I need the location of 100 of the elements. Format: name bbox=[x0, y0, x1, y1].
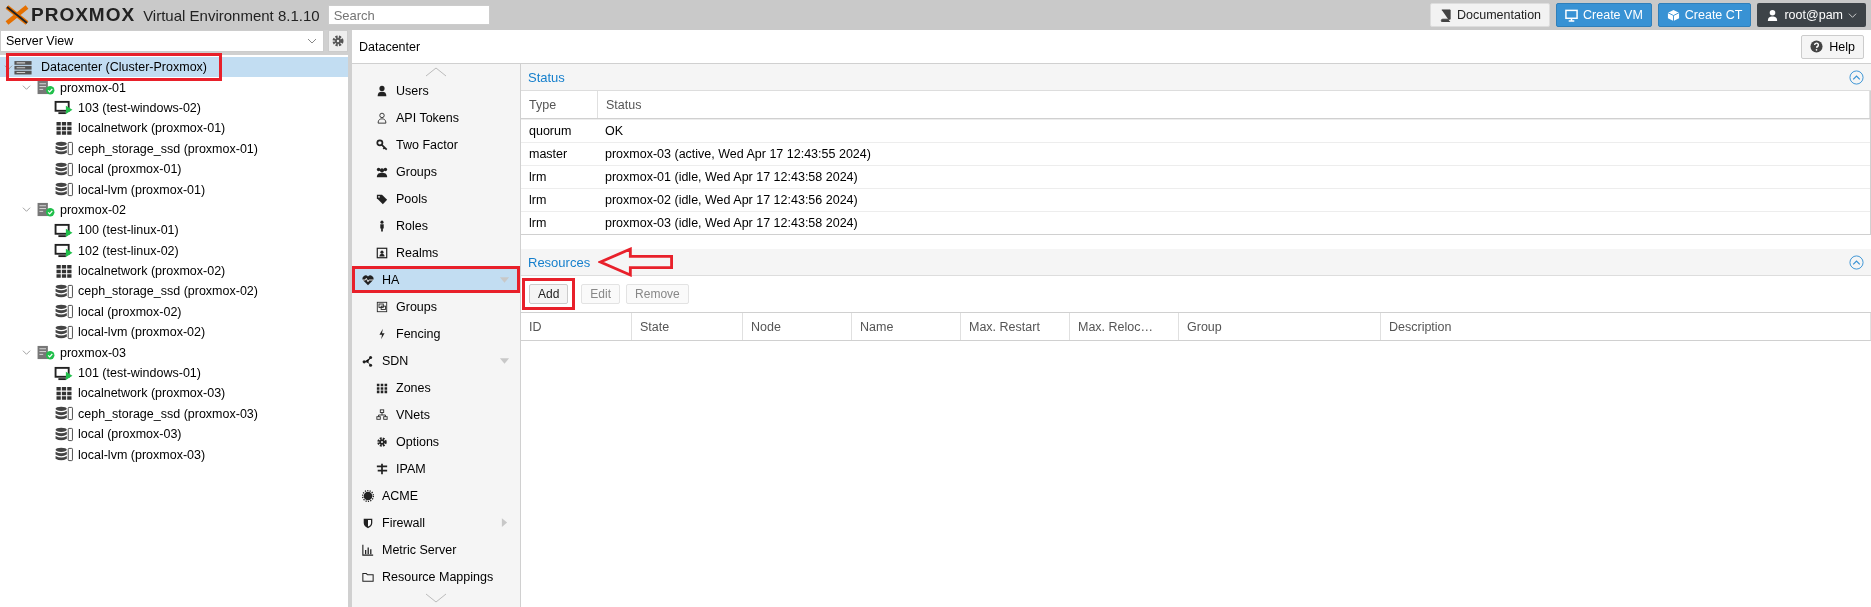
collapse-icon[interactable] bbox=[1849, 69, 1864, 85]
view-select[interactable]: Server View bbox=[0, 30, 324, 52]
grid-icon bbox=[54, 263, 74, 279]
tree-item[interactable]: local (proxmox-03) bbox=[0, 424, 348, 445]
menu-item[interactable]: VNets bbox=[352, 401, 520, 428]
scroll-down-icon[interactable] bbox=[424, 593, 448, 603]
menu-item[interactable]: IPAM bbox=[352, 455, 520, 482]
caret-down-icon[interactable] bbox=[499, 275, 510, 284]
table-cell-text: lrm bbox=[528, 169, 548, 186]
tree-label: localnetwork (proxmox-01) bbox=[78, 121, 226, 136]
column-header[interactable]: ID bbox=[521, 313, 632, 340]
monitor-running-icon bbox=[54, 365, 74, 381]
tree-label: ceph_storage_ssd (proxmox-01) bbox=[78, 141, 258, 156]
tree-label: 101 (test-windows-01) bbox=[78, 366, 201, 381]
collapse-caret-icon[interactable] bbox=[22, 205, 32, 215]
tree-label: ceph_storage_ssd (proxmox-03) bbox=[78, 406, 258, 421]
tree-item[interactable]: localnetwork (proxmox-01) bbox=[0, 118, 348, 139]
column-header[interactable]: Group bbox=[1179, 313, 1381, 340]
column-header[interactable]: Max. Reloc… bbox=[1070, 313, 1179, 340]
tree-item[interactable]: ceph_storage_ssd (proxmox-03) bbox=[0, 403, 348, 425]
tree-label: local (proxmox-01) bbox=[78, 162, 182, 177]
menu-item[interactable]: Users bbox=[352, 77, 520, 104]
collapse-caret-icon[interactable] bbox=[22, 348, 32, 358]
tree-item[interactable]: local (proxmox-02) bbox=[0, 301, 348, 323]
column-header[interactable]: Status bbox=[598, 91, 1870, 118]
tree-item[interactable]: 103 (test-windows-02) bbox=[0, 97, 348, 119]
tree-item[interactable]: local (proxmox-01) bbox=[0, 158, 348, 180]
toolbar-button[interactable]: Add bbox=[529, 284, 569, 304]
caret-right-icon[interactable] bbox=[501, 517, 508, 528]
tree-item[interactable]: 101 (test-windows-01) bbox=[0, 362, 348, 384]
menu-item[interactable]: Fencing bbox=[352, 320, 520, 347]
tree-item[interactable]: local-lvm (proxmox-01) bbox=[0, 179, 348, 200]
column-header[interactable]: State bbox=[632, 313, 743, 340]
tree-item[interactable]: localnetwork (proxmox-02) bbox=[0, 260, 348, 282]
column-header[interactable]: Max. Restart bbox=[961, 313, 1070, 340]
menu-item[interactable]: SDN bbox=[352, 347, 520, 374]
user-menu-button[interactable]: root@pam bbox=[1757, 3, 1866, 27]
server-stack-icon bbox=[13, 59, 33, 75]
menu-item[interactable]: Groups bbox=[352, 293, 520, 320]
tree-label: local-lvm (proxmox-02) bbox=[78, 325, 206, 340]
tree-item[interactable]: localnetwork (proxmox-03) bbox=[0, 383, 348, 404]
menu-item[interactable]: Realms bbox=[352, 239, 520, 266]
tree-label: local-lvm (proxmox-03) bbox=[78, 447, 206, 462]
table-cell-text: proxmox-03 (active, Wed Apr 17 12:43:55 2024) bbox=[604, 146, 872, 163]
help-button[interactable]: Help bbox=[1801, 34, 1864, 59]
table-cell-text: proxmox-02 (idle, Wed Apr 17 12:43:56 2024) bbox=[604, 192, 859, 209]
tree-item[interactable]: proxmox-03 bbox=[0, 342, 348, 363]
caret-down-icon[interactable] bbox=[499, 356, 510, 365]
collapse-caret-icon[interactable] bbox=[4, 62, 14, 72]
tree-label: proxmox-02 bbox=[60, 202, 126, 217]
grid-icon bbox=[54, 385, 74, 401]
menu-item[interactable]: Metric Server bbox=[352, 536, 520, 563]
tree-label: Datacenter (Cluster-Proxmox) bbox=[41, 60, 207, 75]
tree-label: local-lvm (proxmox-01) bbox=[78, 182, 206, 197]
tree-item[interactable]: 100 (test-linux-01) bbox=[0, 220, 348, 241]
tree-item[interactable]: proxmox-01 bbox=[0, 77, 348, 98]
collapse-caret-icon[interactable] bbox=[22, 83, 32, 93]
menu-item[interactable]: API Tokens bbox=[352, 104, 520, 131]
column-header[interactable]: Type bbox=[521, 91, 598, 118]
settings-button[interactable] bbox=[328, 30, 348, 52]
logo-text: PROXMOX bbox=[31, 4, 136, 26]
database-icon bbox=[54, 447, 74, 463]
cube-icon bbox=[1666, 8, 1680, 22]
tree-label: localnetwork (proxmox-03) bbox=[78, 386, 226, 401]
tree-item[interactable]: local-lvm (proxmox-03) bbox=[0, 444, 348, 465]
table-cell-text: master bbox=[528, 146, 569, 163]
database-icon bbox=[54, 141, 74, 157]
collapse-icon[interactable] bbox=[1849, 254, 1864, 270]
monitor-running-icon bbox=[54, 243, 74, 259]
monitor-running-icon bbox=[54, 100, 74, 116]
database-icon bbox=[54, 161, 74, 177]
toolbar-button[interactable]: Documentation bbox=[1429, 3, 1551, 27]
tree-item[interactable]: proxmox-02 bbox=[0, 199, 348, 221]
menu-item[interactable]: Resource Mappings bbox=[352, 563, 520, 590]
menu-item[interactable]: Firewall bbox=[352, 509, 520, 536]
server-online-icon bbox=[36, 345, 56, 361]
menu-item[interactable]: Two Factor bbox=[352, 131, 520, 158]
column-header[interactable]: Node bbox=[743, 313, 852, 340]
column-header[interactable]: Description bbox=[1381, 313, 1871, 340]
tree-item[interactable]: ceph_storage_ssd (proxmox-02) bbox=[0, 281, 348, 302]
column-header[interactable]: Name bbox=[852, 313, 961, 340]
tree-item[interactable]: 102 (test-linux-02) bbox=[0, 240, 348, 261]
tree-label: 100 (test-linux-01) bbox=[78, 223, 179, 238]
menu-item[interactable]: Zones bbox=[352, 374, 520, 401]
user-icon bbox=[376, 84, 388, 97]
database-icon bbox=[54, 426, 74, 442]
menu-item[interactable]: Groups bbox=[352, 158, 520, 185]
shield-icon bbox=[362, 516, 374, 529]
tree-label: proxmox-01 bbox=[60, 80, 126, 95]
menu-item[interactable]: HA bbox=[352, 266, 520, 293]
tree-item[interactable]: ceph_storage_ssd (proxmox-01) bbox=[0, 138, 348, 159]
tree-item[interactable]: local-lvm (proxmox-02) bbox=[0, 322, 348, 343]
sitemap-icon bbox=[376, 408, 388, 421]
menu-item[interactable]: Roles bbox=[352, 212, 520, 239]
server-online-icon bbox=[36, 202, 56, 218]
menu-item[interactable]: Pools bbox=[352, 185, 520, 212]
menu-item[interactable]: Options bbox=[352, 428, 520, 455]
menu-item[interactable]: ACME bbox=[352, 482, 520, 509]
search-field[interactable]: Search bbox=[327, 5, 490, 25]
scroll-up-icon[interactable] bbox=[424, 67, 448, 77]
